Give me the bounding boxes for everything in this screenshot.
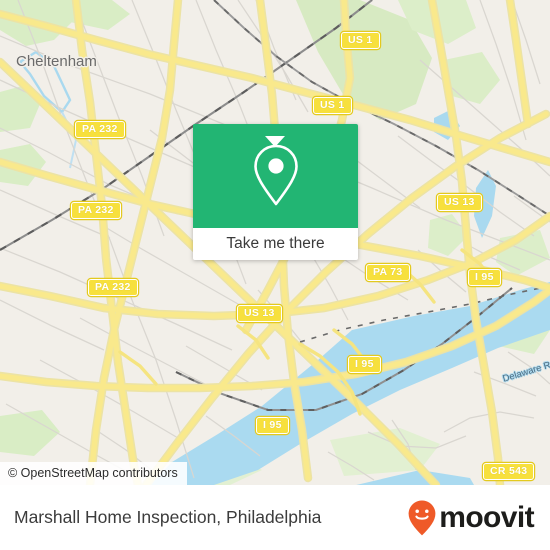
shield-i-95-east[interactable]: I 95 [468,269,501,286]
shield-i-95-west[interactable]: I 95 [256,417,289,434]
moovit-map-screenshot: Cheltenham Delaware R US 1 US 1 PA 232 P… [0,0,550,550]
shield-i-95-mid[interactable]: I 95 [348,356,381,373]
shield-us-1-north[interactable]: US 1 [341,32,380,49]
moovit-logo[interactable]: moovit [407,499,535,537]
shield-us-13-east[interactable]: US 13 [437,194,482,211]
moovit-pin-smiley-icon [408,500,436,535]
map-canvas[interactable]: Cheltenham Delaware R US 1 US 1 PA 232 P… [0,0,550,485]
shield-pa-232-mid[interactable]: PA 232 [71,202,121,219]
page-footer: Marshall Home Inspection, Philadelphia m… [0,485,550,550]
location-title: Marshall Home Inspection, Philadelphia [14,507,322,527]
callout-action-bar[interactable]: Take me there [193,228,358,260]
shield-us-1-mid[interactable]: US 1 [313,97,352,114]
place-label-cheltenham: Cheltenham [16,53,97,70]
shield-pa-232-upper[interactable]: PA 232 [75,121,125,138]
shield-cr-543[interactable]: CR 543 [483,463,535,480]
location-pin-icon [253,144,298,206]
osm-attribution[interactable]: © OpenStreetMap contributors [0,462,187,485]
shield-pa-232-lower[interactable]: PA 232 [88,279,138,296]
shield-us-13-center[interactable]: US 13 [237,305,282,322]
callout-tail-pointer [265,136,285,147]
take-me-there-label: Take me there [226,235,325,252]
shield-pa-73[interactable]: PA 73 [366,264,410,281]
moovit-wordmark: moovit [439,500,534,534]
